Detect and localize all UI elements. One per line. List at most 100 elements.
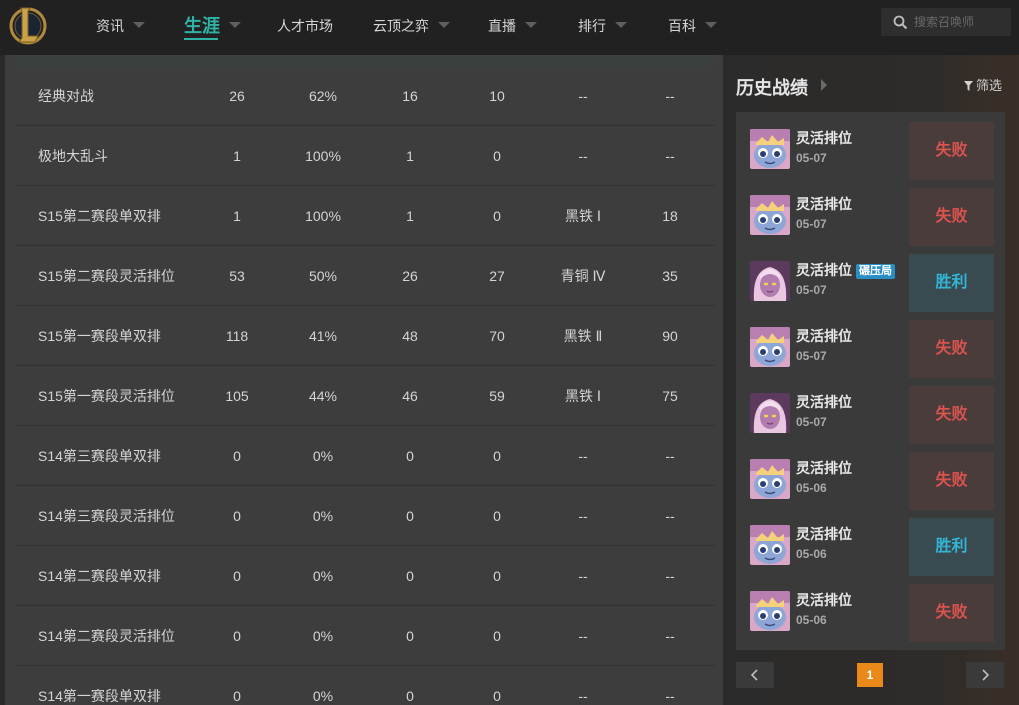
match-mode-label: 灵活排位 [796, 328, 852, 344]
cell-losses: 0 [493, 688, 501, 704]
cell-wins: 0 [406, 688, 414, 704]
search-box[interactable] [881, 8, 1011, 36]
cell-winrate: 0% [312, 568, 334, 584]
nav-live[interactable]: 直播 [488, 0, 537, 52]
match-mode-label: 灵活排位 [796, 394, 852, 410]
cell-points: 75 [662, 388, 678, 404]
cell-wins: 0 [406, 448, 414, 464]
caret-down-icon [229, 22, 241, 29]
match-card[interactable]: 灵活排位 05-06 失败 [736, 450, 1005, 516]
table-header [15, 55, 715, 66]
lol-logo-icon[interactable] [8, 2, 48, 50]
nav-label: 资讯 [96, 18, 124, 34]
cell-winrate: 0% [312, 508, 334, 524]
cell-points: -- [665, 688, 675, 704]
cell-games: 1 [233, 148, 241, 164]
result-lose: 失败 [909, 320, 994, 378]
caret-down-icon [615, 22, 627, 29]
result-win: 胜利 [909, 518, 994, 576]
cell-winrate: 0% [312, 628, 334, 644]
cell-winrate: 44% [308, 388, 338, 404]
cell-winrate: 50% [308, 268, 338, 284]
nav-wiki[interactable]: 百科 [668, 0, 717, 52]
nav-label: 百科 [668, 18, 696, 34]
prev-page-button[interactable] [736, 662, 774, 688]
match-date: 05-06 [796, 547, 827, 561]
cell-winrate: 41% [308, 328, 338, 344]
cell-points: -- [665, 508, 675, 524]
nav-career[interactable]: 生涯 [184, 0, 241, 52]
caret-down-icon [438, 22, 450, 29]
cell-points: -- [665, 568, 675, 584]
cell-games: 0 [233, 448, 241, 464]
page-number-button[interactable]: 1 [857, 663, 883, 687]
result-lose: 失败 [909, 386, 994, 444]
cell-mode: S14第二赛段单双排 [38, 568, 161, 584]
match-mode: 灵活排位 [796, 392, 852, 412]
cell-points: 90 [662, 328, 678, 344]
cell-points: -- [665, 148, 675, 164]
nav-news[interactable]: 资讯 [96, 0, 145, 52]
filter-icon [964, 81, 973, 91]
chevron-right-icon[interactable] [821, 79, 827, 91]
table-row: S14第二赛段单双排 0 0% 0 0 -- -- [15, 546, 715, 606]
cell-mode: S15第一赛段单双排 [38, 328, 161, 344]
cell-tier: 黑铁 Ⅰ [564, 388, 602, 404]
table-row: S14第三赛段灵活排位 0 0% 0 0 -- -- [15, 486, 715, 546]
cell-mode: S14第二赛段灵活排位 [38, 628, 175, 644]
cell-games: 105 [225, 388, 249, 404]
match-mode-label: 灵活排位 [796, 130, 852, 146]
cell-tier: -- [578, 628, 588, 644]
search-icon [893, 15, 908, 30]
table-row: 极地大乱斗 1 100% 1 0 -- -- [15, 126, 715, 186]
cell-mode: S15第一赛段灵活排位 [38, 388, 175, 404]
match-card[interactable]: 灵活排位 05-07 失败 [736, 186, 1005, 252]
filter-label: 筛选 [976, 78, 1003, 93]
match-card[interactable]: 灵活排位 05-06 胜利 [736, 516, 1005, 582]
champion-avatar [750, 327, 790, 367]
match-mode: 灵活排位 碾压局 [796, 260, 895, 280]
result-lose: 失败 [909, 452, 994, 510]
cell-losses: 0 [493, 208, 501, 224]
top-nav: 资讯 生涯 人才市场 云顶之弈 直播 排行 百科 [0, 0, 1019, 55]
match-mode-label: 灵活排位 [796, 592, 852, 608]
match-card[interactable]: 灵活排位 05-06 失败 [736, 582, 1005, 648]
match-mode-label: 灵活排位 [796, 526, 852, 542]
nav-talent-market[interactable]: 人才市场 [277, 0, 333, 52]
cell-wins: 46 [402, 388, 418, 404]
match-card[interactable]: 灵活排位 05-07 失败 [736, 120, 1005, 186]
nav-ranking[interactable]: 排行 [578, 0, 627, 52]
result-lose: 失败 [909, 188, 994, 246]
match-card[interactable]: 灵活排位 碾压局 05-07 胜利 [736, 252, 1005, 318]
nav-tft[interactable]: 云顶之弈 [373, 0, 450, 52]
cell-winrate: 0% [312, 448, 334, 464]
match-card[interactable]: 灵活排位 05-07 失败 [736, 318, 1005, 384]
cell-losses: 0 [493, 448, 501, 464]
match-date: 05-07 [796, 283, 827, 297]
next-page-button[interactable] [966, 662, 1004, 688]
match-mode-label: 灵活排位 [796, 196, 852, 212]
result-win: 胜利 [909, 254, 994, 312]
result-lose: 失败 [909, 122, 994, 180]
table-row: S15第一赛段灵活排位 105 44% 46 59 黑铁 Ⅰ 75 [15, 366, 715, 426]
cell-points: 18 [662, 208, 678, 224]
match-card[interactable]: 灵活排位 05-07 失败 [736, 384, 1005, 450]
cell-losses: 0 [493, 148, 501, 164]
cell-games: 0 [233, 568, 241, 584]
cell-games: 0 [233, 688, 241, 704]
table-row: S15第二赛段灵活排位 53 50% 26 27 青铜 Ⅳ 35 [15, 246, 715, 306]
cell-tier: 黑铁 Ⅱ [563, 328, 603, 344]
cell-games: 0 [233, 508, 241, 524]
match-date: 05-07 [796, 217, 827, 231]
table-row: 经典对战 26 62% 16 10 -- -- [15, 66, 715, 126]
match-history-panel: 历史战绩 筛选 灵活排位 05-07 失败 灵活排位 05-07 失败 灵活排位 碾压局 05-… [728, 55, 1019, 705]
nav-label: 排行 [578, 18, 606, 34]
search-input[interactable] [914, 12, 1006, 32]
cell-tier: 青铜 Ⅳ [560, 268, 606, 284]
match-date: 05-07 [796, 151, 827, 165]
champion-avatar [750, 591, 790, 631]
filter-button[interactable]: 筛选 [964, 75, 1002, 94]
cell-tier: -- [578, 568, 588, 584]
nav-label: 云顶之弈 [373, 18, 429, 34]
cell-winrate: 62% [308, 88, 338, 104]
